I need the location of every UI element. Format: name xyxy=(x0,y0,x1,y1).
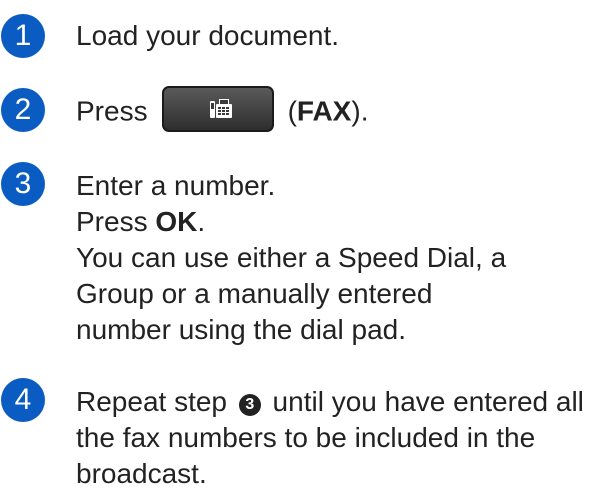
step-3-line-1: Enter a number. xyxy=(76,170,276,201)
step-3-line-2: Press OK. xyxy=(76,206,206,237)
step-reference-badge: 3 xyxy=(238,394,261,416)
step-number-badge: 2 xyxy=(1,88,45,132)
step-number-badge: 3 xyxy=(1,162,45,206)
ok-key-label: OK xyxy=(155,206,198,237)
fax-icon xyxy=(209,99,232,118)
fax-key-button xyxy=(161,86,274,132)
step-4-text: Repeat step 3 until you have entered all… xyxy=(76,386,584,489)
step-number-badge: 1 xyxy=(1,14,45,58)
step-3-text: Enter a number. Press OK. You can use ei… xyxy=(76,168,611,348)
fax-key-label: FAX xyxy=(296,95,352,127)
step-1-instruction: Load your document. xyxy=(76,20,340,51)
step-2-text: Press (FAX). xyxy=(76,86,611,132)
step-1-text: Load your document. xyxy=(76,19,611,53)
step-number-badge: 4 xyxy=(1,378,45,422)
step-2-prefix: Press xyxy=(76,95,148,127)
step-3-line-3: You can use either a Speed Dial, a Group… xyxy=(76,242,507,345)
